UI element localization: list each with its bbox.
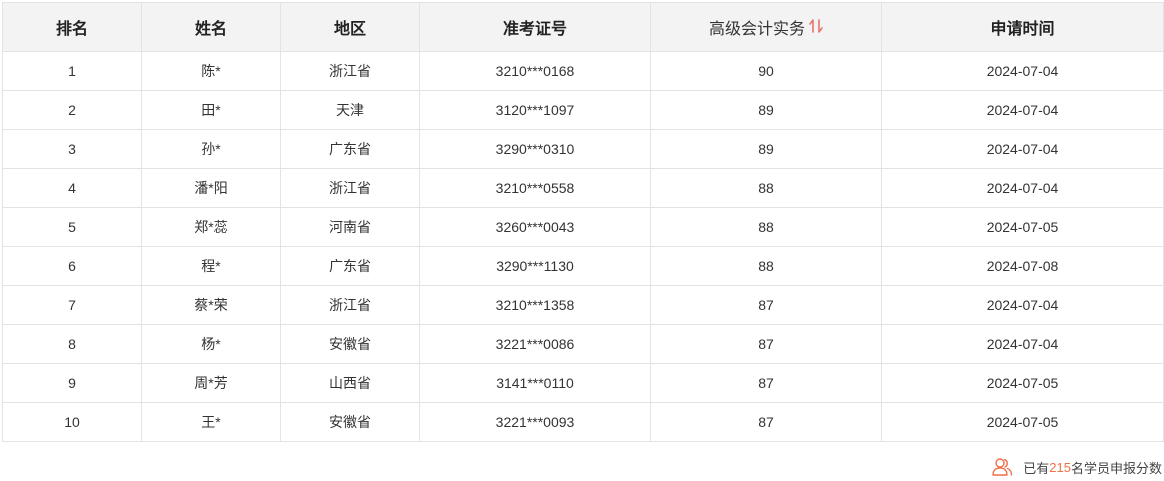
- cell-region: 安徽省: [280, 324, 420, 364]
- cell-rank: 9: [2, 363, 142, 403]
- table-row: 10 王* 安徽省 3221***0093 87 2024-07-05: [2, 402, 1164, 442]
- table-row: 4 潘*阳 浙江省 3210***0558 88 2024-07-04: [2, 168, 1164, 208]
- cell-name: 孙*: [141, 129, 281, 169]
- cell-name: 杨*: [141, 324, 281, 364]
- header-ticket: 准考证号: [419, 2, 651, 52]
- header-score-label: 高级会计实务: [708, 21, 805, 38]
- cell-score: 88: [650, 207, 882, 247]
- cell-region: 天津: [280, 90, 420, 130]
- cell-date: 2024-07-04: [881, 285, 1164, 325]
- cell-date: 2024-07-04: [881, 168, 1164, 208]
- cell-rank: 5: [2, 207, 142, 247]
- table-row: 3 孙* 广东省 3290***0310 89 2024-07-04: [2, 129, 1164, 169]
- cell-region: 广东省: [280, 246, 420, 286]
- applicant-count: 215: [1049, 459, 1071, 475]
- cell-score: 87: [650, 285, 882, 325]
- table-row: 7 蔡*荣 浙江省 3210***1358 87 2024-07-04: [2, 285, 1164, 325]
- cell-date: 2024-07-04: [881, 129, 1164, 169]
- cell-ticket: 3210***1358: [419, 285, 651, 325]
- cell-rank: 8: [2, 324, 142, 364]
- footer-prefix: 已有: [1023, 460, 1050, 476]
- cell-ticket: 3290***1130: [419, 246, 651, 286]
- cell-name: 蔡*荣: [141, 285, 281, 325]
- cell-region: 浙江省: [280, 168, 420, 208]
- cell-score: 88: [650, 246, 882, 286]
- cell-ticket: 3260***0043: [419, 207, 651, 247]
- cell-rank: 1: [2, 51, 142, 91]
- cell-rank: 2: [2, 90, 142, 130]
- sort-arrows-icon[interactable]: [809, 18, 823, 39]
- cell-region: 浙江省: [280, 51, 420, 91]
- cell-score: 87: [650, 402, 882, 442]
- applicant-count-footer: 已有 215 名学员申报分数: [991, 456, 1162, 478]
- score-ranking-table-container: 排名 姓名 地区 准考证号 高级会计实务 申请时间 1 陈* 浙江省 3210***0…: [2, 2, 1164, 442]
- cell-name: 田*: [141, 90, 281, 130]
- table-row: 5 郑*蕊 河南省 3260***0043 88 2024-07-05: [2, 207, 1164, 247]
- cell-date: 2024-07-04: [881, 51, 1164, 91]
- cell-ticket: 3141***0110: [419, 363, 651, 403]
- cell-region: 浙江省: [280, 285, 420, 325]
- people-icon: [991, 457, 1013, 477]
- cell-region: 河南省: [280, 207, 420, 247]
- cell-ticket: 3210***0558: [419, 168, 651, 208]
- cell-rank: 6: [2, 246, 142, 286]
- cell-score: 87: [650, 363, 882, 403]
- cell-name: 郑*蕊: [141, 207, 281, 247]
- cell-name: 周*芳: [141, 363, 281, 403]
- cell-score: 87: [650, 324, 882, 364]
- cell-ticket: 3210***0168: [419, 51, 651, 91]
- header-date: 申请时间: [881, 2, 1164, 52]
- cell-name: 程*: [141, 246, 281, 286]
- cell-date: 2024-07-05: [881, 207, 1164, 247]
- cell-name: 潘*阳: [141, 168, 281, 208]
- cell-score: 90: [650, 51, 882, 91]
- cell-date: 2024-07-04: [881, 324, 1164, 364]
- cell-rank: 10: [2, 402, 142, 442]
- cell-date: 2024-07-04: [881, 90, 1164, 130]
- header-name: 姓名: [141, 2, 281, 52]
- cell-rank: 7: [2, 285, 142, 325]
- header-rank: 排名: [2, 2, 142, 52]
- cell-score: 88: [650, 168, 882, 208]
- table-body: 1 陈* 浙江省 3210***0168 90 2024-07-04 2 田* 天津 3120**…: [2, 51, 1164, 442]
- cell-date: 2024-07-05: [881, 402, 1164, 442]
- cell-score: 89: [650, 129, 882, 169]
- header-region: 地区: [280, 2, 420, 52]
- cell-ticket: 3290***0310: [419, 129, 651, 169]
- cell-ticket: 3120***1097: [419, 90, 651, 130]
- cell-date: 2024-07-08: [881, 246, 1164, 286]
- table-row: 1 陈* 浙江省 3210***0168 90 2024-07-04: [2, 51, 1164, 91]
- footer-suffix: 名学员申报分数: [1070, 460, 1162, 476]
- cell-date: 2024-07-05: [881, 363, 1164, 403]
- cell-region: 广东省: [280, 129, 420, 169]
- cell-region: 安徽省: [280, 402, 420, 442]
- cell-ticket: 3221***0086: [419, 324, 651, 364]
- cell-score: 89: [650, 90, 882, 130]
- cell-rank: 4: [2, 168, 142, 208]
- cell-name: 王*: [141, 402, 281, 442]
- cell-name: 陈*: [141, 51, 281, 91]
- table-row: 2 田* 天津 3120***1097 89 2024-07-04: [2, 90, 1164, 130]
- header-score-sortable[interactable]: 高级会计实务: [650, 2, 882, 52]
- table-row: 6 程* 广东省 3290***1130 88 2024-07-08: [2, 246, 1164, 286]
- score-ranking-table: 排名 姓名 地区 准考证号 高级会计实务 申请时间 1 陈* 浙江省 3210***0…: [2, 2, 1164, 442]
- table-row: 9 周*芳 山西省 3141***0110 87 2024-07-05: [2, 363, 1164, 403]
- cell-rank: 3: [2, 129, 142, 169]
- table-row: 8 杨* 安徽省 3221***0086 87 2024-07-04: [2, 324, 1164, 364]
- cell-ticket: 3221***0093: [419, 402, 651, 442]
- cell-region: 山西省: [280, 363, 420, 403]
- table-header-row: 排名 姓名 地区 准考证号 高级会计实务 申请时间: [2, 2, 1164, 52]
